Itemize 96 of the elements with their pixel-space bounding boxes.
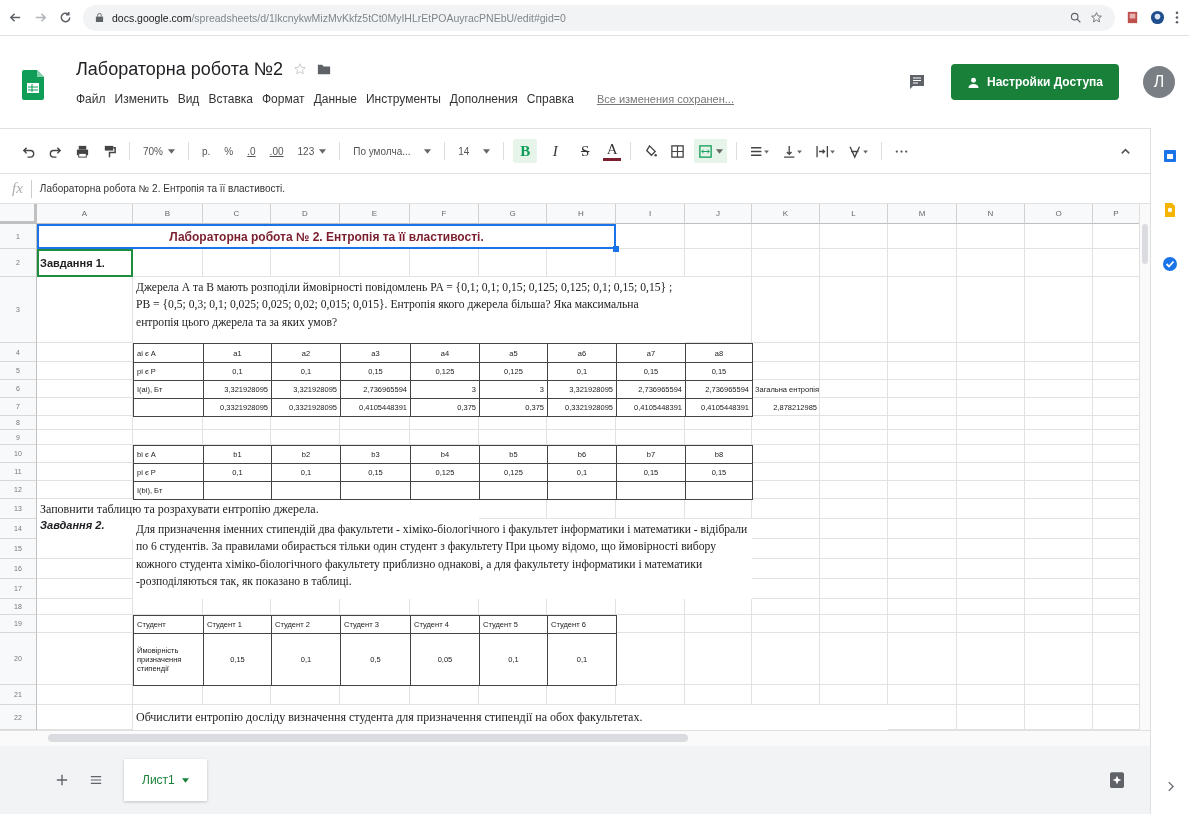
reload-icon[interactable] xyxy=(58,10,73,25)
zoom-dropdown[interactable]: 70% xyxy=(139,139,179,163)
menu-item[interactable]: Изменить xyxy=(114,91,169,106)
explore-icon[interactable] xyxy=(1110,772,1124,788)
table-cell xyxy=(203,481,272,500)
caret-icon xyxy=(181,777,189,783)
column-header[interactable]: C xyxy=(203,204,271,224)
sheet-tab[interactable]: Лист1 xyxy=(124,759,207,801)
bold-button[interactable]: B xyxy=(513,139,538,163)
calendar-icon[interactable] xyxy=(1162,148,1178,164)
column-header[interactable]: H xyxy=(547,204,616,224)
menu-item[interactable]: Файл xyxy=(76,91,106,106)
caret-icon xyxy=(168,148,175,154)
increase-decimals-button[interactable]: .00 xyxy=(265,139,288,163)
add-sheet-icon[interactable] xyxy=(56,774,68,786)
caret-icon xyxy=(424,148,432,154)
table-cell xyxy=(479,481,548,500)
vertical-scrollbar[interactable] xyxy=(1139,204,1150,730)
font-size-dropdown[interactable]: 14 xyxy=(454,139,495,163)
column-header[interactable]: M xyxy=(888,204,957,224)
column-header[interactable]: K xyxy=(752,204,820,224)
formula-label: fx xyxy=(12,180,23,197)
menu-item[interactable]: Справка xyxy=(526,91,574,106)
column-header[interactable]: F xyxy=(410,204,479,224)
column-header[interactable]: P xyxy=(1093,204,1139,224)
menu-item[interactable]: Инструменты xyxy=(366,91,441,106)
url-text: docs.google.com/spreadsheets/d/1lkcnykwMizMvKkfz5tCt0MyIHLrEtPOAuyracPNEbU/edit#gid=0 xyxy=(112,11,567,24)
cell-text: Джерела А та В мають розподіли ймовірності повідомлень PA = {0,1; 0,1; 0,15; 0,125; 0,125; 0,1; 0,15; 0,15} ; PB = {0,5; 0,3; 0,1; 0,025; 0,025; 0,02; 0,015; 0,015}. Ентропія якого джерела більша? Яка максимальна ентропія цього джерела та за яких умов? xyxy=(133,277,685,343)
avatar[interactable]: Л xyxy=(1143,66,1175,98)
sheet-list-icon[interactable] xyxy=(90,774,102,786)
save-status-link[interactable]: Все изменения сохранен... xyxy=(596,92,734,105)
menu-item[interactable]: Вставка xyxy=(208,91,253,106)
cell-text: Лабораторна робота № 2. Ентропія та її властивості. xyxy=(37,224,616,249)
cell-text: Завдання 1. xyxy=(37,249,133,277)
horizontal-scrollbar[interactable] xyxy=(0,730,1150,746)
table-cell xyxy=(616,481,686,500)
caret-icon xyxy=(319,148,327,154)
person-icon xyxy=(967,76,981,88)
star-icon[interactable] xyxy=(293,62,308,76)
document-title[interactable]: Лабораторна робота №2 xyxy=(76,58,284,80)
formula-field[interactable]: Лабораторна робота № 2. Ентропія та її властивості. xyxy=(39,183,286,194)
address-bar[interactable]: docs.google.com/spreadsheets/d/1lkcnykwMizMvKkfz5tCt0MyIHLrEtPOAuyracPNEbU/edit#gid=0 xyxy=(83,4,1115,31)
comments-icon[interactable] xyxy=(909,74,926,90)
fill-color-icon[interactable] xyxy=(643,143,659,159)
font-dropdown[interactable]: По умолча... xyxy=(349,139,436,163)
merge-cells-icon xyxy=(698,143,714,159)
table-cell xyxy=(340,481,411,500)
italic-button[interactable]: I xyxy=(543,139,568,163)
text-wrap-icon[interactable] xyxy=(815,143,837,159)
more-formats-dropdown[interactable]: 123 xyxy=(293,139,331,163)
zoom-icon[interactable] xyxy=(1069,11,1082,24)
paint-format-icon[interactable] xyxy=(102,143,117,159)
menu-item[interactable]: Формат xyxy=(262,91,305,106)
tasks-icon[interactable] xyxy=(1162,256,1178,272)
column-header[interactable]: J xyxy=(685,204,752,224)
lock-icon xyxy=(95,12,104,23)
currency-button[interactable]: р. xyxy=(198,139,215,163)
menu-item[interactable]: Данные xyxy=(313,91,357,106)
sheets-logo-icon[interactable] xyxy=(22,70,44,100)
menu-icon[interactable] xyxy=(1175,10,1179,25)
column-header[interactable]: B xyxy=(133,204,203,224)
text-color-button[interactable]: A xyxy=(603,141,622,161)
vertical-align-icon[interactable] xyxy=(782,143,804,159)
folder-icon[interactable] xyxy=(317,62,332,76)
expand-panel-icon[interactable] xyxy=(1166,781,1174,792)
column-header[interactable]: I xyxy=(616,204,685,224)
column-header[interactable]: G xyxy=(479,204,547,224)
column-header[interactable]: O xyxy=(1025,204,1093,224)
menu-item[interactable]: Дополнения xyxy=(449,91,518,106)
cell-text: Обчислити ентропію досліду визначення студента для призначення стипендії на обох факультетах. xyxy=(133,705,888,730)
cell-text: Заповнити таблицю та розрахувати ентропію джерела. xyxy=(37,499,479,519)
column-header[interactable]: L xyxy=(820,204,888,224)
cell-text: Завдання 2. xyxy=(37,519,133,539)
menu-item[interactable]: Вид xyxy=(177,91,200,106)
decrease-decimals-button[interactable]: .0 xyxy=(243,139,260,163)
caret-icon xyxy=(483,148,491,154)
table-cell xyxy=(133,398,204,417)
table-cell xyxy=(271,481,341,500)
borders-icon[interactable] xyxy=(670,143,686,159)
account-icon[interactable] xyxy=(1150,10,1165,25)
caret-icon xyxy=(716,148,724,154)
strikethrough-button[interactable]: S xyxy=(573,139,598,163)
column-header[interactable]: E xyxy=(340,204,410,224)
star-icon[interactable] xyxy=(1090,11,1103,24)
column-header[interactable]: N xyxy=(957,204,1025,224)
share-button[interactable]: Настройки Доступа xyxy=(951,64,1119,100)
cell-text: Для призначення іменних стипендій два факультети - хіміко-біологічного і факультет інформатики і математики - відібрали по 6 студентів. За правилами обирається тільки один студент з факультету При цьому відомо, що ймовірності вибору кожного студента хіміко-біологічного факультету приблизно однакові, а для факультету інформатики і математики -розподіляються так, як показано в таблиці. xyxy=(133,519,752,599)
table-cell xyxy=(410,481,480,500)
column-header[interactable]: D xyxy=(271,204,340,224)
percent-button[interactable]: % xyxy=(220,139,238,163)
merge-cells-button[interactable] xyxy=(694,139,728,163)
print-icon[interactable] xyxy=(75,143,90,159)
table-cell xyxy=(685,481,753,500)
extension-icon[interactable] xyxy=(1125,10,1140,25)
table-cell xyxy=(547,481,617,500)
column-header[interactable]: A xyxy=(37,204,133,224)
